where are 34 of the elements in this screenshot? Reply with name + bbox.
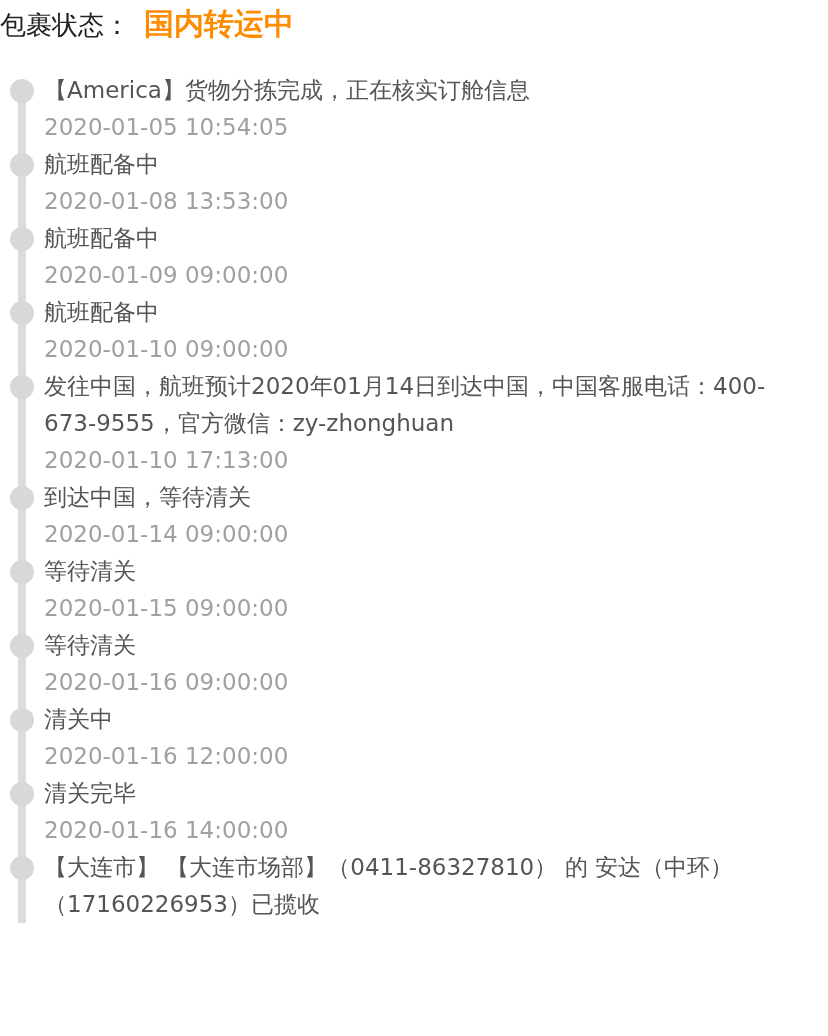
event-time: 2020-01-14 09:00:00: [44, 520, 290, 549]
timeline-dot: [10, 856, 34, 880]
event-description: 航班配备中: [44, 224, 160, 253]
event-time: 2020-01-10 17:13:00: [44, 446, 290, 475]
timeline-dot: [10, 708, 34, 732]
event-time: 2020-01-10 09:00:00: [44, 335, 290, 364]
event-description: 航班配备中: [44, 150, 160, 179]
event-description: 航班配备中: [44, 298, 160, 327]
timeline-dot: [10, 301, 34, 325]
event-description: 等待清关: [44, 631, 137, 660]
status-value: 国内转运中: [144, 5, 294, 43]
timeline-dot: [10, 375, 34, 399]
event-time: 2020-01-16 12:00:00: [44, 742, 290, 771]
event-time: 2020-01-05 10:54:05: [44, 113, 290, 142]
timeline-dot: [10, 782, 34, 806]
event-description: 等待清关: [44, 557, 137, 586]
event-description: 发往中国，航班预计2020年01月14日到达中国，中国客服电话：400-673-9555，官方微信：zy-zhonghuan: [44, 372, 767, 438]
event-description: 【大连市】 【大连市场部】（0411-86327810） 的 安达（中环）（17160226953）已揽收: [44, 853, 734, 919]
event-time: 2020-01-08 13:53:00: [44, 187, 290, 216]
event-description: 清关完毕: [44, 779, 137, 808]
event-description: 清关中: [44, 705, 114, 734]
status-label: 包裹状态：: [0, 9, 130, 42]
timeline-dot: [10, 227, 34, 251]
timeline-dot: [10, 560, 34, 584]
timeline-dot: [10, 153, 34, 177]
timeline-dot: [10, 634, 34, 658]
event-description: 到达中国，等待清关: [44, 483, 252, 512]
timeline-dot: [10, 79, 34, 103]
event-time: 2020-01-16 14:00:00: [44, 816, 290, 845]
event-time: 2020-01-09 09:00:00: [44, 261, 290, 290]
event-time: 2020-01-16 09:00:00: [44, 668, 290, 697]
timeline-dot: [10, 486, 34, 510]
event-description: 【America】货物分拣完成，正在核实订舱信息: [44, 76, 531, 105]
event-time: 2020-01-15 09:00:00: [44, 594, 290, 623]
